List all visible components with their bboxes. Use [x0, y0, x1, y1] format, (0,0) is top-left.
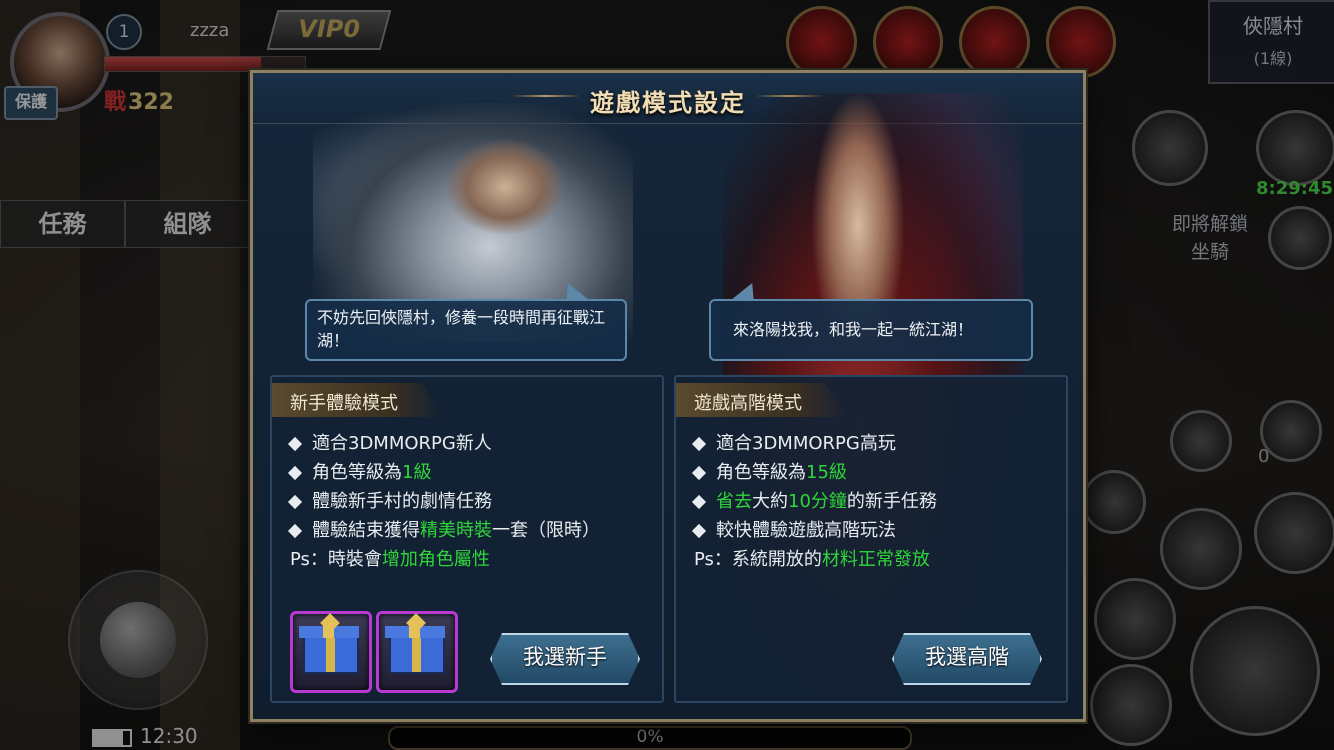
list-item: 較快體驗遊戲高階玩法: [691, 516, 937, 545]
advanced-mode-panel: 遊戲高階模式 適合3DMMORPG高玩 角色等級為15級 省去大約10分鐘的新手…: [674, 375, 1068, 703]
item-highlight: 15級: [806, 462, 847, 483]
list-item: 適合3DMMORPG高玩: [691, 429, 937, 458]
list-item: 適合3DMMORPG新人: [287, 429, 600, 458]
ps-text: Ps：系統開放的: [694, 549, 822, 570]
item-highlight-2: 10分鐘: [788, 491, 847, 512]
novice-speech-bubble: 不妨先回俠隱村，修養一段時間再征戰江湖！: [305, 283, 627, 361]
bullet-icon: [691, 523, 707, 539]
gift-box-icon: [389, 632, 445, 674]
ps-highlight: 增加角色屬性: [381, 549, 490, 570]
bullet-icon: [287, 436, 303, 452]
item-text: 適合3DMMORPG新人: [312, 433, 492, 454]
list-item: 角色等級為15級: [691, 458, 937, 487]
list-item: 角色等級為1級: [287, 458, 600, 487]
bullet-icon: [287, 465, 303, 481]
item-text: 較快體驗遊戲高階玩法: [716, 520, 896, 541]
item-highlight: 精美時裝: [420, 520, 492, 541]
list-item: 省去大約10分鐘的新手任務: [691, 487, 937, 516]
item-text: 角色等級為: [716, 462, 806, 483]
item-text-post-2: 的新手任務: [846, 491, 937, 512]
item-text: 體驗新手村的劇情任務: [312, 491, 492, 512]
novice-mode-panel: 新手體驗模式 適合3DMMORPG新人 角色等級為1級 體驗新手村的劇情任務 體…: [270, 375, 664, 703]
list-item: 體驗新手村的劇情任務: [287, 487, 600, 516]
item-highlight: 1級: [402, 462, 432, 483]
list-item: 體驗結束獲得精美時裝一套（限時）: [287, 516, 600, 545]
bullet-icon: [691, 494, 707, 510]
choose-advanced-button[interactable]: 我選高階: [892, 633, 1042, 685]
advanced-feature-list: 適合3DMMORPG高玩 角色等級為15級 省去大約10分鐘的新手任務 較快體驗…: [691, 429, 937, 574]
item-highlight: 省去: [716, 491, 752, 512]
ps-highlight: 材料正常發放: [821, 549, 930, 570]
fashion-gift-box-1[interactable]: [290, 611, 372, 693]
novice-feature-list: 適合3DMMORPG新人 角色等級為1級 體驗新手村的劇情任務 體驗結束獲得精美…: [287, 429, 600, 574]
fashion-gift-box-2[interactable]: [376, 611, 458, 693]
bullet-icon: [691, 436, 707, 452]
choose-novice-button[interactable]: 我選新手: [490, 633, 640, 685]
ps-note: Ps：系統開放的材料正常發放: [694, 545, 937, 574]
item-text-post: 一套（限時）: [492, 520, 600, 541]
item-text: 體驗結束獲得: [312, 520, 420, 541]
gift-box-icon: [303, 632, 359, 674]
advanced-header: 遊戲高階模式: [694, 393, 802, 414]
novice-header: 新手體驗模式: [290, 393, 398, 414]
ps-text: Ps：時裝會: [290, 549, 382, 570]
novice-speech-text: 不妨先回俠隱村，修養一段時間再征戰江湖！: [317, 308, 606, 350]
bullet-icon: [287, 523, 303, 539]
item-text: 適合3DMMORPG高玩: [716, 433, 896, 454]
bullet-icon: [287, 494, 303, 510]
game-mode-dialog: 遊戲模式設定 不妨先回俠隱村，修養一段時間再征戰江湖！ 來洛陽找我，和我一起一統…: [250, 70, 1086, 722]
ps-note: Ps：時裝會增加角色屬性: [290, 545, 600, 574]
bullet-icon: [691, 465, 707, 481]
item-text: 角色等級為: [312, 462, 402, 483]
item-text-post: 大約: [752, 491, 788, 512]
advanced-speech-text: 來洛陽找我，和我一起一統江湖！: [733, 320, 974, 339]
advanced-speech-bubble: 來洛陽找我，和我一起一統江湖！: [709, 283, 1033, 361]
